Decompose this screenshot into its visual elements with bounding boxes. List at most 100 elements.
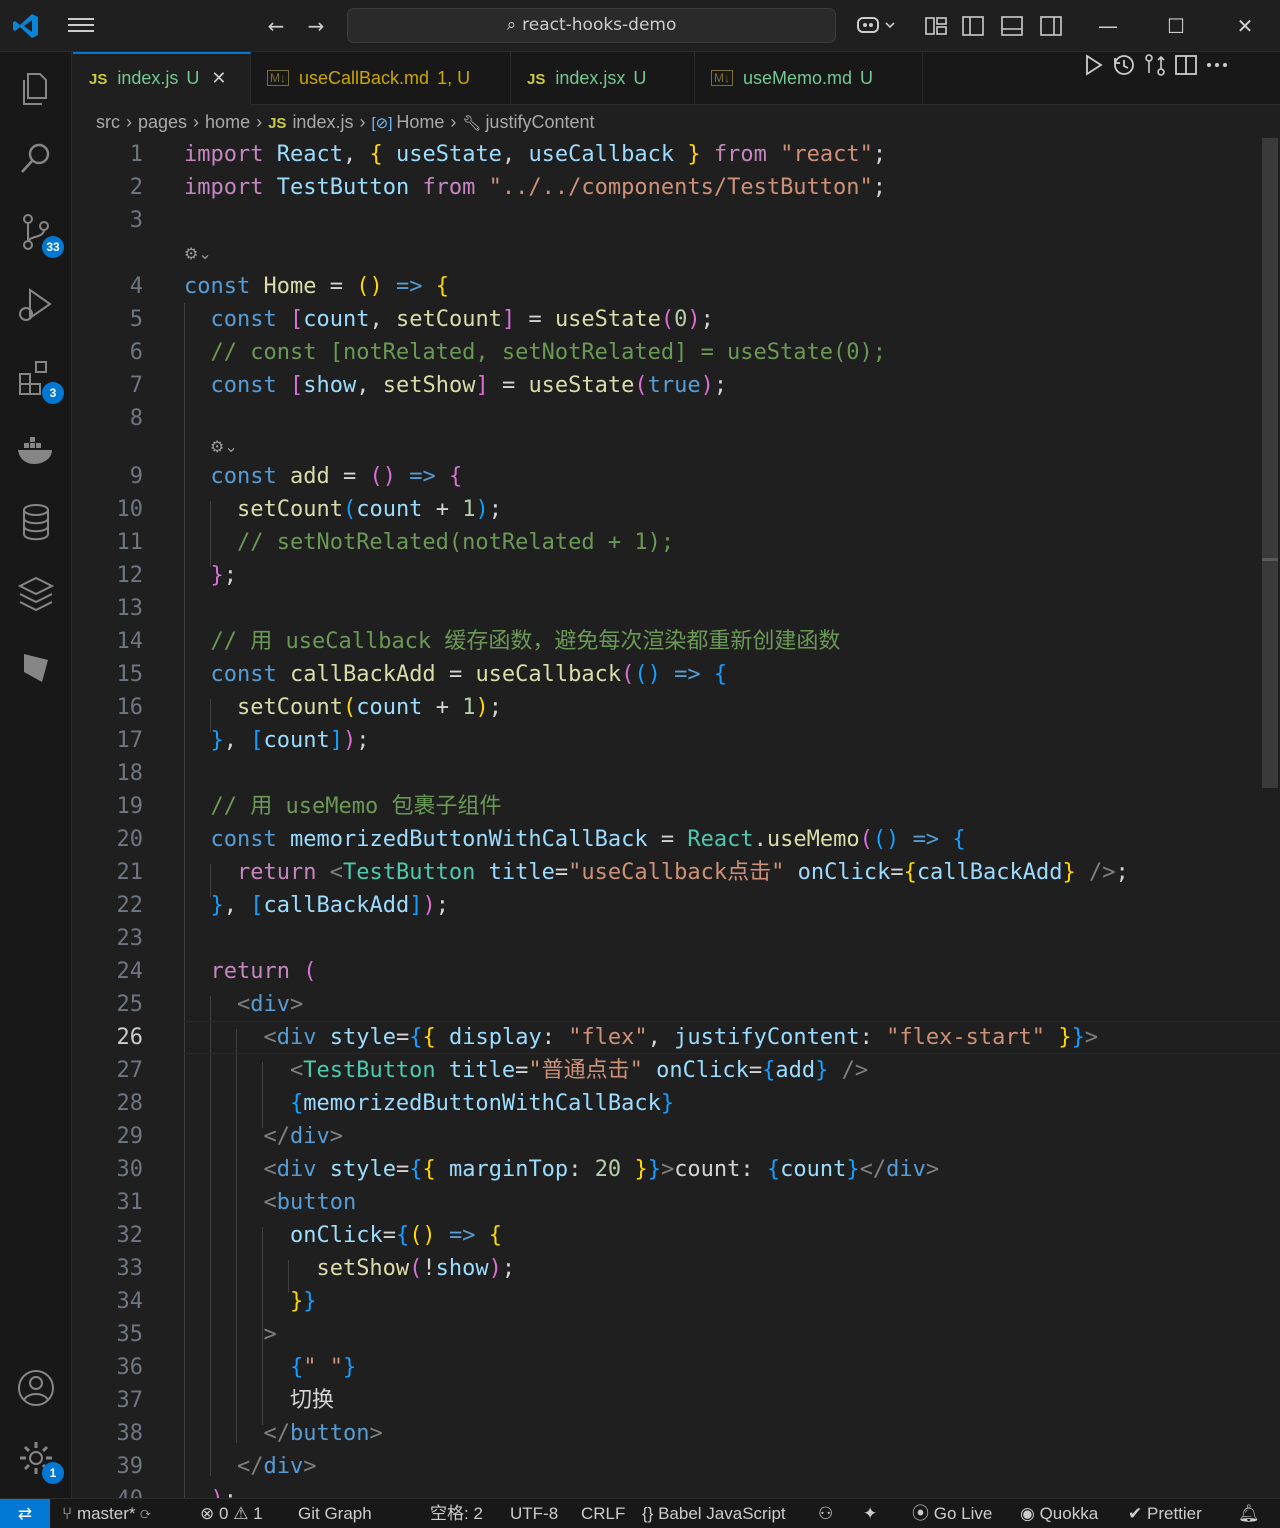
sync-icon: ⟳: [140, 1504, 151, 1523]
tab-index-jsx[interactable]: JS index.jsx U: [511, 52, 695, 105]
breadcrumb-item[interactable]: home: [205, 112, 250, 132]
code-line: 25 <div>: [116, 992, 304, 1017]
quokka-codelens-icon[interactable]: ⚙︎⌄: [210, 430, 270, 463]
indentation-status[interactable]: 空格: 2: [430, 1499, 483, 1528]
timeline-history-icon[interactable]: [1111, 52, 1137, 78]
code-line: 40 );: [73, 1483, 1263, 1498]
problems-status[interactable]: ⊗ 0 ⚠ 1: [200, 1499, 263, 1528]
code-line: 18: [116, 761, 144, 786]
manage-gear-icon[interactable]: 1: [14, 1436, 64, 1484]
toggle-panel-icon[interactable]: [999, 12, 1025, 40]
code-line: 37 切换: [116, 1388, 334, 1413]
code-line: 24 return (: [116, 959, 317, 984]
code-line: 4 const Home = () => {: [129, 274, 449, 299]
minimize-icon[interactable]: —: [1088, 8, 1128, 44]
search-icon: ⌕: [506, 15, 517, 35]
tab-index-js[interactable]: JS index.js U ✕: [73, 52, 251, 105]
chevron-right-icon: ›: [126, 112, 132, 132]
back-arrow-icon[interactable]: ←: [262, 12, 290, 40]
scrollbar-cursor-marker: [1262, 558, 1278, 561]
tab-usecallback-md[interactable]: M↓ useCallBack.md 1, U: [251, 52, 511, 105]
code-line: 14 // 用 useCallback 缓存函数，避免每次渲染都重新创建函数: [116, 629, 841, 654]
layers-icon[interactable]: [14, 572, 58, 616]
quokka-button[interactable]: ◉ Quokka: [1020, 1499, 1098, 1528]
javascript-file-icon: JS: [268, 115, 287, 132]
vertical-scrollbar[interactable]: [1262, 138, 1278, 1498]
code-line: 17 }, [count]);: [116, 728, 370, 753]
git-graph-button[interactable]: Git Graph: [298, 1499, 372, 1528]
broadcast-icon: ⦿: [912, 1504, 929, 1523]
code-line: 23: [116, 926, 144, 951]
customize-layout-icon[interactable]: [923, 12, 949, 40]
code-line: 28 {memorizedButtonWithCallBack}: [116, 1091, 675, 1116]
copilot-status-icon[interactable]: ⚇: [818, 1499, 833, 1528]
remote-indicator-icon[interactable]: ⇄: [0, 1499, 50, 1528]
quokka-extension-icon[interactable]: [14, 644, 58, 688]
breadcrumb-item[interactable]: Home: [396, 112, 444, 132]
code-line: 33 setShow(!show);: [116, 1256, 516, 1281]
braces-icon: {}: [642, 1504, 654, 1523]
quokka-codelens-icon[interactable]: ⚙︎⌄: [184, 237, 244, 270]
code-line: 31 <button: [116, 1190, 357, 1215]
scrollbar-thumb[interactable]: [1262, 138, 1278, 788]
wrench-property-icon: 🔧︎: [462, 115, 482, 132]
breadcrumb-item[interactable]: justifyContent: [485, 112, 594, 132]
code-line: 38 </button>: [116, 1421, 383, 1446]
database-icon[interactable]: [14, 500, 58, 544]
code-line: 22 }, [callBackAdd]);: [116, 893, 449, 918]
search-icon[interactable]: [14, 136, 58, 180]
breadcrumb: src › pages › home › JS index.js › [⊘] Home › 🔧︎ just…: [96, 106, 595, 138]
source-control-badge: 33: [42, 236, 64, 258]
code-line: 1 import React, { useState, useCallback }…: [129, 142, 887, 167]
menu-icon[interactable]: [66, 14, 96, 38]
code-line-current: 26 <div style={{ display: "flex", justif…: [73, 1021, 1280, 1054]
javascript-file-icon: JS: [527, 71, 546, 88]
breadcrumb-item[interactable]: pages: [138, 112, 187, 132]
branch-status[interactable]: ⑂ master* ⟳: [62, 1499, 150, 1528]
open-changes-icon[interactable]: [1142, 52, 1168, 78]
prettier-button[interactable]: ✔ Prettier: [1128, 1499, 1202, 1528]
code-line: 2 import TestButton from "../../component…: [129, 175, 887, 200]
extensions-icon[interactable]: 3: [14, 356, 64, 404]
run-debug-icon[interactable]: [14, 284, 58, 328]
chevron-right-icon: ›: [450, 112, 457, 132]
encoding-status[interactable]: UTF-8: [510, 1499, 558, 1528]
vscode-logo-icon: [13, 14, 38, 38]
code-line: 20 const memorizedButtonWithCallBack = R…: [116, 827, 966, 852]
error-icon: ⊗: [200, 1504, 215, 1523]
maximize-icon[interactable]: ☐: [1156, 8, 1196, 44]
command-center-search[interactable]: ⌕ react-hooks-demo: [347, 8, 836, 43]
split-editor-icon[interactable]: [1173, 52, 1199, 78]
breadcrumb-item[interactable]: src: [96, 112, 120, 132]
explorer-icon[interactable]: [14, 66, 58, 110]
code-line: 7 const [show, setShow] = useState(true)…: [129, 373, 728, 398]
toggle-primary-sidebar-icon[interactable]: [960, 12, 986, 40]
close-icon[interactable]: ✕: [211, 68, 226, 88]
eye-icon: ◉: [1020, 1504, 1035, 1523]
account-icon[interactable]: [14, 1366, 58, 1410]
code-line: 10 setCount(count + 1);: [116, 497, 502, 522]
run-icon[interactable]: [1080, 52, 1106, 78]
breadcrumb-item[interactable]: index.js: [292, 112, 353, 132]
code-line: 5 const [count, setCount] = useState(0);: [129, 307, 714, 332]
language-mode-status[interactable]: {} Babel JavaScript: [642, 1499, 786, 1528]
notifications-bell-icon[interactable]: 🔔︎: [1238, 1499, 1260, 1528]
source-control-icon[interactable]: 33: [14, 210, 64, 258]
eol-status[interactable]: CRLF: [581, 1499, 625, 1528]
code-line: 36 {" "}: [116, 1355, 357, 1380]
code-editor[interactable]: 1 import React, { useState, useCallback }…: [73, 138, 1280, 1498]
chevron-right-icon: ›: [256, 112, 263, 132]
code-line: 12 };: [116, 563, 238, 588]
code-line: 6 // const [notRelated, setNotRelated] =…: [129, 340, 887, 365]
go-live-button[interactable]: ⦿ Go Live: [912, 1499, 992, 1528]
quokka-status-icon[interactable]: ✦: [863, 1499, 877, 1528]
tab-usememo-md[interactable]: M↓ useMemo.md U: [695, 52, 923, 105]
javascript-file-icon: JS: [89, 71, 108, 88]
toggle-secondary-sidebar-icon[interactable]: [1038, 12, 1064, 40]
forward-arrow-icon[interactable]: →: [302, 12, 330, 40]
copilot-icon[interactable]: [855, 12, 899, 40]
close-window-icon[interactable]: ✕: [1225, 8, 1265, 44]
docker-icon[interactable]: [14, 428, 58, 472]
more-actions-icon[interactable]: [1204, 52, 1230, 78]
manage-badge: 1: [42, 1462, 64, 1484]
